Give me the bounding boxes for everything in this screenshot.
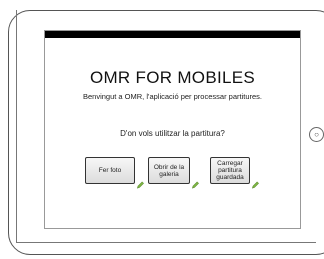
source-question: D'on vols utilitzar la partitura?: [120, 129, 225, 138]
open-gallery-button[interactable]: Obrir de la galeria: [148, 157, 190, 184]
load-saved-score-button[interactable]: Carregar partitura guardada: [210, 157, 250, 184]
welcome-text: Benvingut a OMR, l'aplicació per process…: [82, 92, 262, 101]
status-bar: [45, 31, 300, 38]
app-title: OMR FOR MOBILES: [89, 68, 256, 87]
app-screen: OMR FOR MOBILES Benvingut a OMR, l'aplic…: [44, 30, 301, 229]
pencil-icon: [191, 181, 200, 189]
pencil-icon: [136, 181, 145, 189]
pencil-icon: [251, 181, 260, 189]
take-photo-button[interactable]: Fer foto: [85, 157, 135, 184]
home-button[interactable]: ○: [309, 127, 324, 142]
